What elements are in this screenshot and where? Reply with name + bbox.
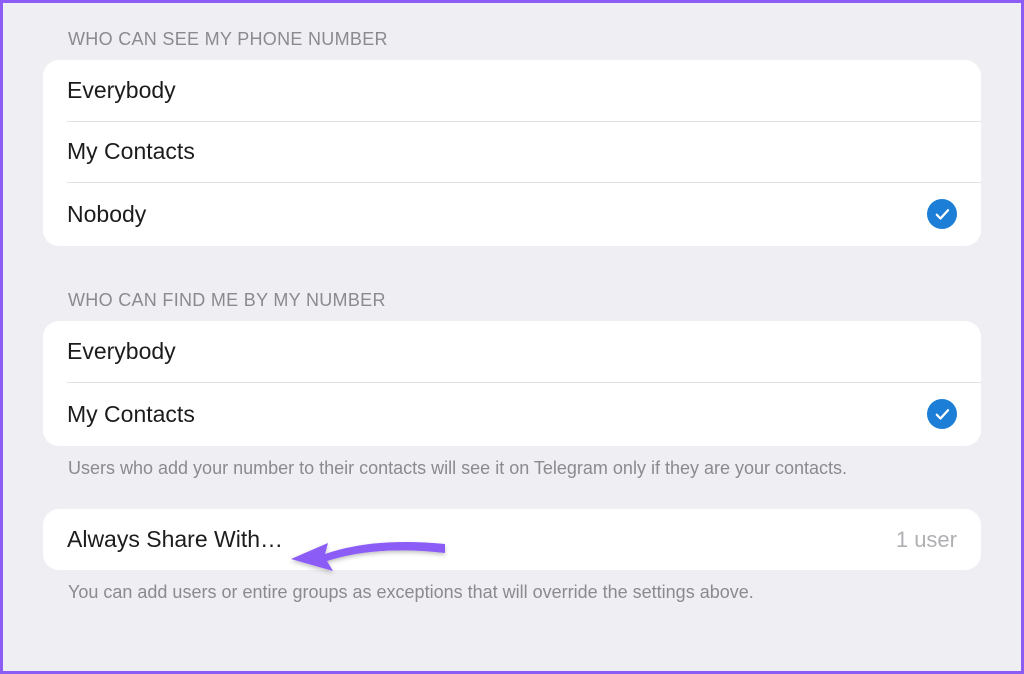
row-always-share-with[interactable]: Always Share With… 1 user: [43, 509, 981, 570]
option-label: Nobody: [67, 201, 146, 228]
row-detail: 1 user: [896, 527, 957, 553]
checkmark-icon: [927, 399, 957, 429]
card-who-can-see: Everybody My Contacts Nobody: [43, 60, 981, 246]
option-everybody-find[interactable]: Everybody: [43, 321, 981, 382]
settings-screen: WHO CAN SEE MY PHONE NUMBER Everybody My…: [3, 3, 1021, 625]
option-everybody-see[interactable]: Everybody: [43, 60, 981, 121]
option-nobody-see[interactable]: Nobody: [43, 182, 981, 246]
option-my-contacts-see[interactable]: My Contacts: [43, 121, 981, 182]
option-label: Everybody: [67, 338, 176, 365]
option-label: Everybody: [67, 77, 176, 104]
checkmark-icon: [927, 199, 957, 229]
section-header-who-can-find: WHO CAN FIND ME BY MY NUMBER: [43, 274, 981, 321]
option-label: My Contacts: [67, 138, 195, 165]
card-exceptions: Always Share With… 1 user: [43, 509, 981, 570]
row-label: Always Share With…: [67, 526, 283, 553]
section-footer-who-can-find: Users who add your number to their conta…: [43, 446, 981, 481]
section-footer-exceptions: You can add users or entire groups as ex…: [43, 570, 981, 605]
section-header-who-can-see: WHO CAN SEE MY PHONE NUMBER: [43, 13, 981, 60]
option-label: My Contacts: [67, 401, 195, 428]
card-who-can-find: Everybody My Contacts: [43, 321, 981, 446]
option-my-contacts-find[interactable]: My Contacts: [43, 382, 981, 446]
